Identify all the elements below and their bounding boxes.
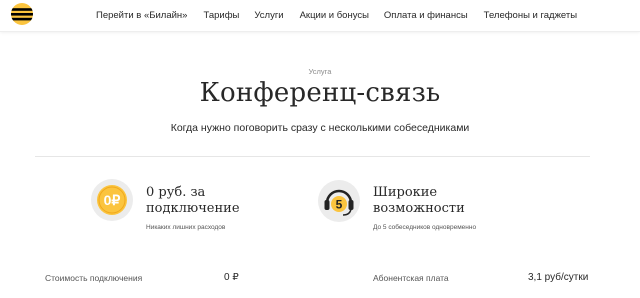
zero-ruble-coin-icon: 0₽ [91, 179, 133, 221]
connection-price-value: 0 ₽ [224, 272, 239, 283]
subscription-fee-label: Абонентская плата [373, 273, 449, 283]
nav-link-tariffs[interactable]: Тарифы [203, 10, 239, 21]
main-nav: Перейти в «Билайн» Тарифы Услуги Акции и… [96, 0, 599, 30]
headset-icon: 5 [318, 180, 360, 222]
nav-link-services[interactable]: Услуги [254, 10, 283, 21]
coin-text: 0₽ [104, 192, 121, 208]
nav-link-devices[interactable]: Телефоны и гаджеты [484, 10, 577, 21]
feature-title-line: подключение [146, 201, 240, 216]
nav-link-payment[interactable]: Оплата и финансы [384, 10, 468, 21]
feature-title-capabilities: Широкие возможности [373, 185, 465, 217]
feature-title-line: возможности [373, 201, 465, 216]
headset-count-text: 5 [336, 198, 343, 212]
connection-price-label: Стоимость подключения [45, 273, 143, 283]
service-eyebrow: Услуга [308, 67, 332, 76]
feature-title-line: 0 руб. за [146, 185, 206, 200]
page-subtitle: Когда нужно поговорить сразу с нескольки… [170, 122, 470, 134]
nav-link-promos[interactable]: Акции и бонусы [300, 10, 369, 21]
beeline-logo-icon[interactable] [11, 3, 33, 25]
feature-note-capabilities: До 5 собеседников одновременно [373, 224, 477, 231]
page-title: Конференц-связь [199, 78, 441, 108]
feature-note-connection: Никаких лишних расходов [146, 224, 226, 231]
subscription-fee-value: 3,1 руб/сутки [528, 272, 589, 283]
feature-title-line: Широкие [373, 185, 438, 200]
site-header: Перейти в «Билайн» Тарифы Услуги Акции и… [0, 0, 640, 32]
nav-link-beeline[interactable]: Перейти в «Билайн» [96, 10, 187, 21]
section-divider [35, 156, 590, 157]
feature-title-connection: 0 руб. за подключение [146, 185, 240, 217]
